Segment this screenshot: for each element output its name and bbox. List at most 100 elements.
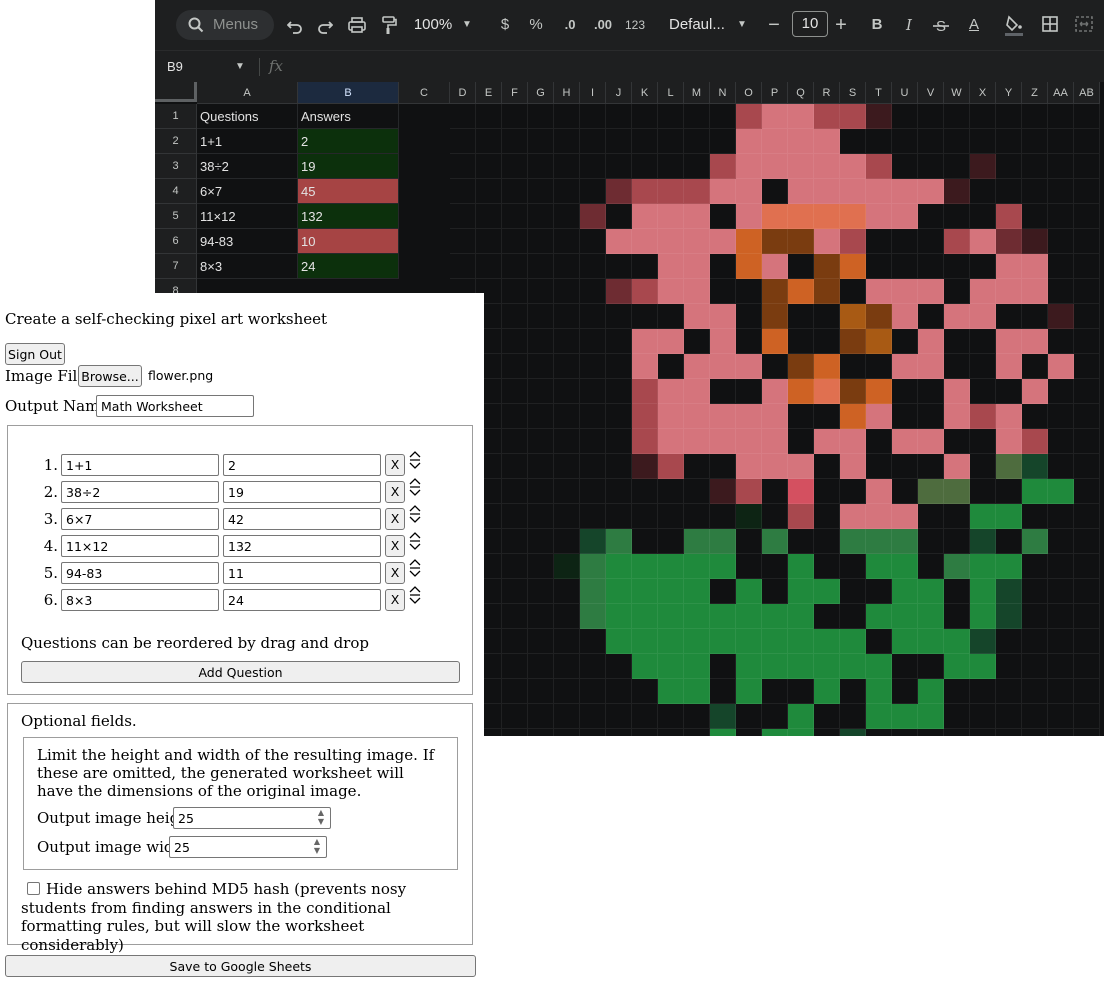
pixel-cell[interactable] bbox=[1074, 429, 1100, 454]
pixel-cell[interactable] bbox=[762, 554, 788, 579]
pixel-cell[interactable] bbox=[736, 379, 762, 404]
question-cell[interactable]: 1+1 bbox=[197, 129, 298, 154]
pixel-cell[interactable] bbox=[606, 529, 632, 554]
pixel-cell[interactable] bbox=[1022, 529, 1048, 554]
pixel-cell[interactable] bbox=[996, 629, 1022, 654]
pixel-cell[interactable] bbox=[1022, 704, 1048, 729]
question-input[interactable] bbox=[61, 508, 219, 530]
pixel-cell[interactable] bbox=[1048, 279, 1074, 304]
pixel-cell[interactable] bbox=[528, 229, 554, 254]
pixel-cell[interactable] bbox=[580, 579, 606, 604]
pixel-cell[interactable] bbox=[1048, 729, 1074, 736]
pixel-cell[interactable] bbox=[918, 254, 944, 279]
pixel-cell[interactable] bbox=[788, 179, 814, 204]
pixel-cell[interactable] bbox=[580, 629, 606, 654]
pixel-cell[interactable] bbox=[866, 454, 892, 479]
pixel-cell[interactable] bbox=[970, 154, 996, 179]
pixel-cell[interactable] bbox=[944, 104, 970, 129]
pixel-cell[interactable] bbox=[944, 504, 970, 529]
pixel-cell[interactable] bbox=[580, 504, 606, 529]
pixel-cell[interactable] bbox=[580, 479, 606, 504]
pixel-cell[interactable] bbox=[970, 729, 996, 736]
pixel-cell[interactable] bbox=[736, 554, 762, 579]
pixel-cell[interactable] bbox=[814, 504, 840, 529]
pixel-cell[interactable] bbox=[684, 454, 710, 479]
question-cell[interactable]: 8×3 bbox=[197, 254, 298, 279]
pixel-cell[interactable] bbox=[606, 654, 632, 679]
pixel-cell[interactable] bbox=[658, 379, 684, 404]
row-header-7[interactable]: 7 bbox=[155, 254, 197, 279]
pixel-cell[interactable] bbox=[996, 454, 1022, 479]
pixel-cell[interactable] bbox=[866, 579, 892, 604]
pixel-cell[interactable] bbox=[450, 179, 476, 204]
pixel-cell[interactable] bbox=[814, 179, 840, 204]
pixel-cell[interactable] bbox=[866, 304, 892, 329]
pixel-cell[interactable] bbox=[918, 604, 944, 629]
pixel-cell[interactable] bbox=[736, 579, 762, 604]
column-header-q[interactable]: Q bbox=[788, 82, 814, 104]
pixel-cell[interactable] bbox=[866, 429, 892, 454]
answer-cell[interactable]: 45 bbox=[298, 179, 399, 204]
pixel-cell[interactable] bbox=[788, 379, 814, 404]
remove-question-button[interactable]: X bbox=[385, 481, 405, 503]
pixel-cell[interactable] bbox=[892, 729, 918, 736]
pixel-cell[interactable] bbox=[684, 579, 710, 604]
pixel-cell[interactable] bbox=[736, 629, 762, 654]
answer-input[interactable] bbox=[223, 508, 381, 530]
pixel-cell[interactable] bbox=[528, 529, 554, 554]
pixel-cell[interactable] bbox=[996, 229, 1022, 254]
pixel-cell[interactable] bbox=[736, 354, 762, 379]
remove-question-button[interactable]: X bbox=[385, 508, 405, 530]
height-spinner-icon[interactable]: ▲ ▼ bbox=[315, 808, 327, 826]
decrease-font-size-icon[interactable]: − bbox=[766, 12, 782, 38]
pixel-cell[interactable] bbox=[944, 304, 970, 329]
pixel-cell[interactable] bbox=[1048, 304, 1074, 329]
pixel-cell[interactable] bbox=[892, 529, 918, 554]
question-cell[interactable]: 11×12 bbox=[197, 204, 298, 229]
pixel-cell[interactable] bbox=[710, 404, 736, 429]
pixel-cell[interactable] bbox=[892, 304, 918, 329]
pixel-cell[interactable] bbox=[762, 729, 788, 736]
percent-button[interactable]: % bbox=[528, 12, 544, 38]
pixel-cell[interactable] bbox=[892, 554, 918, 579]
pixel-cell[interactable] bbox=[502, 404, 528, 429]
pixel-cell[interactable] bbox=[1074, 704, 1100, 729]
pixel-cell[interactable] bbox=[892, 629, 918, 654]
pixel-cell[interactable] bbox=[1074, 304, 1100, 329]
pixel-cell[interactable] bbox=[710, 179, 736, 204]
pixel-cell[interactable] bbox=[918, 354, 944, 379]
pixel-cell[interactable] bbox=[762, 529, 788, 554]
pixel-cell[interactable] bbox=[502, 504, 528, 529]
pixel-cell[interactable] bbox=[788, 304, 814, 329]
pixel-cell[interactable] bbox=[996, 304, 1022, 329]
pixel-cell[interactable] bbox=[1022, 554, 1048, 579]
pixel-cell[interactable] bbox=[554, 729, 580, 736]
row-header-4[interactable]: 4 bbox=[155, 179, 197, 204]
pixel-cell[interactable] bbox=[658, 204, 684, 229]
pixel-cell[interactable] bbox=[944, 454, 970, 479]
pixel-cell[interactable] bbox=[814, 629, 840, 654]
column-header-x[interactable]: X bbox=[970, 82, 996, 104]
pixel-cell[interactable] bbox=[1022, 404, 1048, 429]
pixel-cell[interactable] bbox=[710, 579, 736, 604]
row-header-5[interactable]: 5 bbox=[155, 204, 197, 229]
pixel-cell[interactable] bbox=[892, 354, 918, 379]
pixel-cell[interactable] bbox=[944, 704, 970, 729]
pixel-cell[interactable] bbox=[710, 654, 736, 679]
pixel-cell[interactable] bbox=[684, 279, 710, 304]
pixel-cell[interactable] bbox=[554, 604, 580, 629]
pixel-cell[interactable] bbox=[996, 329, 1022, 354]
pixel-cell[interactable] bbox=[918, 179, 944, 204]
pixel-cell[interactable] bbox=[918, 629, 944, 654]
row-header-3[interactable]: 3 bbox=[155, 154, 197, 179]
answer-cell[interactable]: 132 bbox=[298, 204, 399, 229]
pixel-cell[interactable] bbox=[996, 654, 1022, 679]
pixel-cell[interactable] bbox=[840, 479, 866, 504]
pixel-cell[interactable] bbox=[528, 154, 554, 179]
pixel-cell[interactable] bbox=[528, 179, 554, 204]
pixel-cell[interactable] bbox=[814, 704, 840, 729]
pixel-cell[interactable] bbox=[580, 129, 606, 154]
pixel-cell[interactable] bbox=[580, 679, 606, 704]
pixel-cell[interactable] bbox=[450, 104, 476, 129]
question-cell[interactable]: 6×7 bbox=[197, 179, 298, 204]
